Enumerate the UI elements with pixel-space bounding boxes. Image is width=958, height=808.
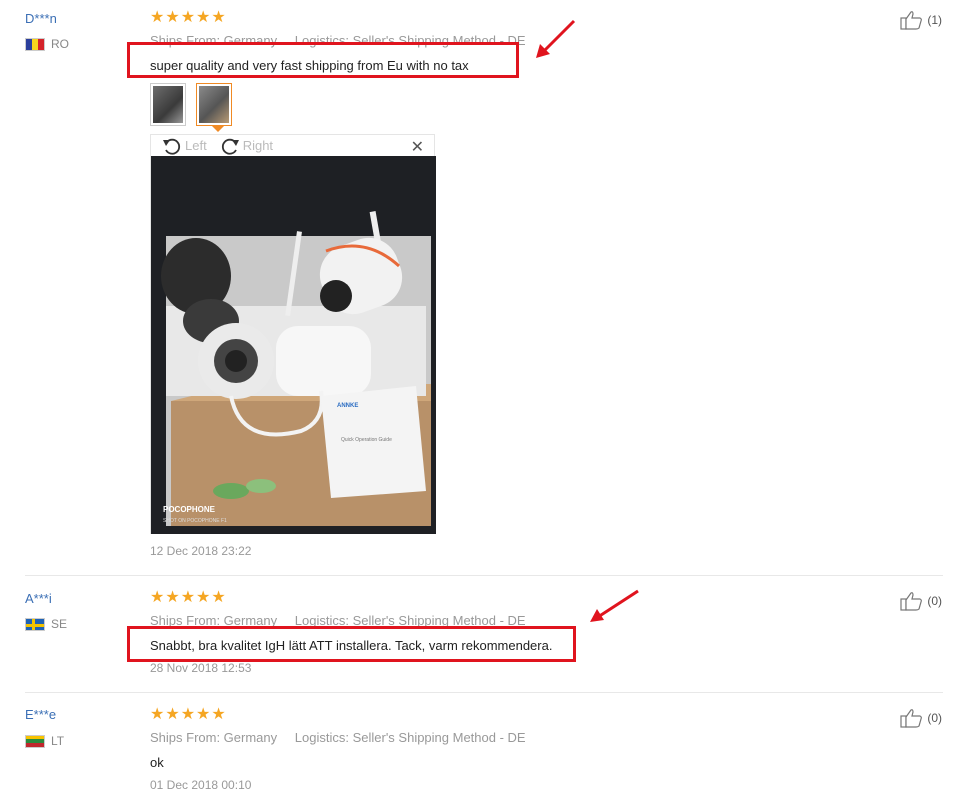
review-date: 12 Dec 2018 23:22 — [150, 544, 252, 558]
flag-se-icon — [25, 617, 45, 631]
logistics: Logistics: Seller's Shipping Method - DE — [294, 730, 526, 745]
star-rating: ★ ★ ★ ★ ★ — [150, 590, 226, 606]
star-icon: ★ — [196, 706, 211, 723]
annotation-arrow-icon — [590, 589, 639, 622]
flag-ro-icon — [25, 37, 45, 51]
star-icon: ★ — [196, 589, 211, 606]
thumbs-up-icon — [900, 592, 923, 611]
reviewer-country: LT — [25, 734, 64, 748]
star-icon: ★ — [150, 9, 165, 26]
rotate-left-label: Left — [185, 138, 207, 153]
reviewer-name[interactable]: A***i — [25, 591, 52, 606]
helpful-button[interactable]: (0) — [900, 591, 942, 611]
country-code: SE — [51, 617, 68, 631]
reviewer-country: SE — [25, 617, 67, 631]
star-rating: ★ ★ ★ ★ ★ — [150, 707, 226, 723]
rotate-left-button[interactable]: Left — [161, 136, 207, 156]
photo-watermark: POCOPHONE — [163, 505, 216, 514]
reviewer-name[interactable]: D***n — [25, 11, 57, 26]
star-icon: ★ — [180, 706, 196, 723]
helpful-count: (1) — [927, 13, 942, 27]
star-icon: ★ — [165, 9, 180, 26]
photo-viewer: Left Right ✕ ANNKE Quick Operation Guide… — [150, 134, 436, 534]
star-icon: ★ — [150, 706, 165, 723]
photo-watermark-sub: SHOT ON POCOPHONE F1 — [163, 518, 227, 524]
star-icon: ★ — [211, 589, 226, 606]
review-text: super quality and very fast shipping fro… — [150, 58, 469, 73]
star-icon: ★ — [165, 589, 180, 606]
photo-content: ANNKE Quick Operation Guide POCOPHONE SH… — [151, 156, 436, 534]
ships-from: Ships From: Germany — [150, 730, 278, 745]
helpful-button[interactable]: (1) — [900, 10, 942, 30]
review-date: 28 Nov 2018 12:53 — [150, 661, 252, 675]
country-code: LT — [51, 734, 65, 748]
annotation-arrow-icon — [536, 19, 576, 58]
guide-title: Quick Operation Guide — [341, 437, 392, 443]
star-icon: ★ — [180, 589, 196, 606]
rotate-right-button[interactable]: Right — [219, 136, 273, 156]
reviewer-name[interactable]: E***e — [25, 707, 56, 722]
star-icon: ★ — [211, 9, 226, 26]
photo-thumbnails — [150, 83, 232, 126]
review-item: D***n RO ★ ★ ★ ★ ★ Ships From: Germany L… — [0, 0, 958, 576]
review-item: A***i SE ★ ★ ★ ★ ★ Ships From: Germany L… — [0, 577, 958, 692]
thumbs-up-icon — [900, 11, 923, 30]
rotate-right-label: Right — [242, 138, 274, 153]
thumbnail-caret — [212, 126, 224, 132]
star-icon: ★ — [196, 9, 211, 26]
star-icon: ★ — [165, 706, 180, 723]
country-code: RO — [51, 37, 69, 51]
guide-brand: ANNKE — [337, 403, 358, 409]
review-date: 01 Dec 2018 00:10 — [150, 778, 252, 792]
star-icon: ★ — [150, 589, 165, 606]
review-photo[interactable]: ANNKE Quick Operation Guide POCOPHONE SH… — [151, 156, 436, 534]
rotate-left-icon — [163, 138, 181, 155]
review-divider — [25, 575, 943, 576]
viewer-toolbar: Left Right ✕ — [151, 135, 434, 156]
shipping-info: Ships From: Germany Logistics: Seller's … — [150, 730, 526, 745]
helpful-button[interactable]: (0) — [900, 708, 942, 728]
helpful-count: (0) — [927, 711, 942, 725]
helpful-count: (0) — [927, 594, 942, 608]
review-text: Snabbt, bra kvalitet IgH lätt ATT instal… — [150, 638, 553, 653]
reviewer-country: RO — [25, 37, 69, 51]
close-icon[interactable]: ✕ — [411, 137, 424, 157]
photo-thumbnail[interactable] — [150, 83, 186, 126]
flag-lt-icon — [25, 734, 45, 748]
thumbs-up-icon — [900, 709, 923, 728]
photo-thumbnail-active[interactable] — [196, 83, 232, 126]
rotate-right-icon — [221, 138, 239, 155]
star-icon: ★ — [180, 9, 196, 26]
star-icon: ★ — [211, 706, 226, 723]
star-rating: ★ ★ ★ ★ ★ — [150, 10, 226, 26]
review-item: E***e LT ★ ★ ★ ★ ★ Ships From: Germany L… — [0, 693, 958, 808]
review-text: ok — [150, 755, 164, 770]
